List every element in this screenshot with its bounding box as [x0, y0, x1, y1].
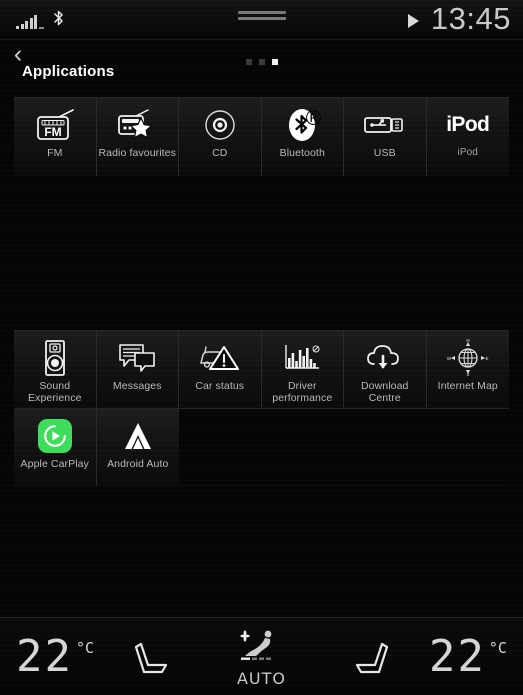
- app-tile-apple-carplay[interactable]: Apple CarPlay: [14, 408, 97, 486]
- seat-right-icon: [355, 642, 388, 673]
- app-tile-ipod[interactable]: iPod iPod: [426, 98, 509, 176]
- bluetooth-badge: ®: [289, 108, 321, 141]
- registered-mark: ®: [305, 107, 322, 130]
- right-seat-heater-button[interactable]: [341, 629, 405, 685]
- globe-compass-icon: N S E W: [438, 338, 498, 378]
- app-tile-download-centre[interactable]: Download Centre: [344, 330, 427, 408]
- app-tile-usb[interactable]: USB: [344, 98, 427, 176]
- page-dot-3[interactable]: [271, 59, 278, 65]
- status-bar: 13:45: [0, 0, 523, 40]
- usb-connector-icon: [355, 105, 415, 145]
- signal-bars-icon: [16, 15, 44, 29]
- carplay-badge: [37, 419, 72, 453]
- left-temperature-unit: °C: [75, 638, 95, 657]
- passenger-head-icon: [265, 630, 272, 637]
- app-tile-fm[interactable]: FM FM: [14, 98, 97, 176]
- auto-climate-button[interactable]: AUTO: [206, 626, 316, 688]
- app-label: Android Auto: [107, 458, 169, 470]
- title-bar: ‹ Applications: [0, 40, 523, 90]
- messages-bubble-icon: [107, 338, 167, 378]
- page-title: Applications: [22, 63, 115, 80]
- app-label: Bluetooth: [279, 147, 325, 159]
- android-auto-icon: [108, 416, 168, 456]
- seat-base-dashes: [241, 657, 272, 660]
- app-tile-driver-performance[interactable]: Driver performance: [261, 330, 344, 408]
- fm-radio-icon: FM: [25, 105, 85, 145]
- play-icon: [407, 13, 419, 28]
- svg-text:N: N: [466, 339, 469, 343]
- infotainment-screen: 13:45 ‹ Applications FM FM Radio favouri…: [0, 0, 523, 695]
- status-right-group: 13:45: [407, 1, 511, 36]
- app-tile-empty: [261, 408, 344, 486]
- bluetooth-icon: ®: [272, 105, 332, 145]
- app-label: Radio favourites: [98, 147, 176, 159]
- app-label: Internet Map: [437, 380, 498, 392]
- app-label: Messages: [112, 380, 162, 392]
- bluetooth-glyph: [53, 10, 63, 26]
- app-tile-empty: [179, 408, 262, 486]
- media-sources-panel: FM FM Radio favourites CD ® Bluetooth US…: [14, 97, 509, 176]
- climate-bar: 22 °C AUTO 22 °C: [0, 617, 523, 695]
- app-tile-messages[interactable]: Messages: [96, 330, 179, 408]
- right-temperature-unit: °C: [488, 638, 507, 657]
- auto-climate-icon: [240, 629, 272, 660]
- svg-text:FM: FM: [44, 125, 61, 139]
- app-tile-car-status[interactable]: Car status: [179, 330, 262, 408]
- radio-favourites-icon: [107, 105, 167, 145]
- app-tile-cd[interactable]: CD: [179, 98, 262, 176]
- app-label: USB: [373, 147, 396, 159]
- left-seat-heater-button[interactable]: [118, 629, 182, 685]
- ipod-wordmark-text: iPod: [446, 113, 490, 136]
- app-label: FM: [47, 147, 63, 159]
- left-temperature-control[interactable]: 22 °C: [16, 630, 95, 682]
- app-tile-sound-experience[interactable]: Sound Experience: [14, 330, 97, 408]
- page-indicator[interactable]: [245, 59, 278, 65]
- bluetooth-icon: [53, 10, 64, 29]
- seat-silhouette-icon: [245, 637, 271, 656]
- app-label: Sound Experience: [27, 380, 82, 404]
- app-tile-radio-favourites[interactable]: Radio favourites: [96, 98, 179, 176]
- speaker-icon: [25, 338, 85, 378]
- fan-blades-icon: [240, 629, 251, 642]
- svg-text:E: E: [485, 356, 488, 361]
- cloud-download-icon: [355, 338, 415, 378]
- left-temperature-value: 22: [16, 630, 73, 682]
- app-tile-android-auto[interactable]: Android Auto: [96, 408, 179, 486]
- app-label: Download Centre: [361, 380, 409, 404]
- page-dot-2[interactable]: [258, 59, 265, 65]
- right-temperature-value: 22: [428, 630, 486, 682]
- app-label: CD: [212, 147, 228, 159]
- app-label: iPod: [457, 147, 478, 158]
- car-warning-icon: [190, 338, 250, 378]
- app-tile-bluetooth[interactable]: ® Bluetooth: [261, 98, 344, 176]
- cd-disc-icon: [190, 105, 250, 145]
- clock-time: 13:45: [430, 1, 511, 36]
- seat-left-icon: [135, 642, 168, 673]
- app-tile-empty: [344, 408, 427, 486]
- ipod-wordmark-icon: iPod: [438, 105, 498, 145]
- right-temperature-control[interactable]: 22 °C: [428, 630, 507, 682]
- svg-text:W: W: [447, 356, 452, 361]
- svg-text:S: S: [466, 372, 469, 377]
- bar-chart-icon: [272, 338, 332, 378]
- status-indicators: [16, 9, 64, 29]
- app-label: Driver performance: [272, 380, 333, 404]
- page-dot-1[interactable]: [245, 59, 252, 65]
- drag-handle-icon[interactable]: [237, 11, 286, 23]
- apple-carplay-icon: [25, 416, 85, 456]
- applications-panel: Sound Experience Messages Car status Dri…: [14, 330, 509, 486]
- app-label: Apple CarPlay: [20, 458, 89, 470]
- app-tile-empty: [426, 408, 509, 486]
- auto-label: AUTO: [236, 668, 286, 688]
- app-label: Car status: [195, 380, 245, 392]
- app-tile-internet-map[interactable]: N S E W Internet Map: [426, 330, 509, 408]
